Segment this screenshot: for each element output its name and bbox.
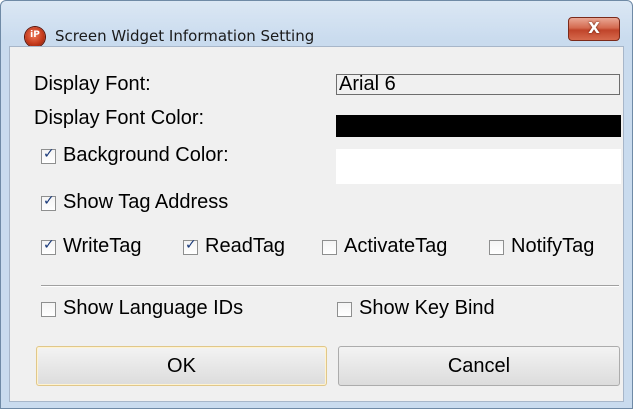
display-font-label: Display Font: — [34, 73, 151, 95]
background-color-swatch[interactable] — [336, 149, 621, 184]
display-font-color-label: Display Font Color: — [34, 107, 205, 129]
close-button[interactable]: X — [568, 17, 620, 41]
display-font-color-swatch[interactable] — [336, 115, 621, 137]
write-tag-checkbox[interactable] — [41, 237, 56, 255]
show-tag-address-label: Show Tag Address — [63, 191, 229, 213]
title-bar[interactable]: iP Screen Widget Information Setting X — [1, 1, 632, 47]
show-key-bind-checkbox[interactable] — [337, 302, 352, 317]
display-font-field[interactable]: Arial 6 — [336, 74, 620, 95]
window-title: Screen Widget Information Setting — [55, 27, 315, 45]
show-tag-address-checkbox[interactable] — [41, 193, 56, 211]
notify-tag-label: NotifyTag — [511, 235, 595, 257]
app-icon-label: iP — [30, 30, 40, 40]
app-icon: iP — [25, 27, 45, 47]
read-tag-label: ReadTag — [205, 235, 286, 257]
show-language-ids-checkbox[interactable] — [41, 302, 56, 317]
cancel-button[interactable]: Cancel — [338, 346, 620, 386]
read-tag-checkbox[interactable] — [183, 237, 198, 255]
notify-tag-checkbox[interactable] — [489, 240, 504, 255]
write-tag-label: WriteTag — [63, 235, 142, 257]
activate-tag-checkbox[interactable] — [322, 240, 337, 255]
show-language-ids-label: Show Language IDs — [63, 297, 244, 319]
show-key-bind-label: Show Key Bind — [359, 297, 495, 319]
activate-tag-label: ActivateTag — [344, 235, 448, 257]
dialog-window: iP Screen Widget Information Setting X D… — [0, 0, 633, 409]
close-icon: X — [588, 19, 600, 37]
dialog-body: Display Font: Arial 6 Display Font Color… — [9, 46, 624, 402]
ok-button[interactable]: OK — [36, 346, 327, 386]
background-color-checkbox[interactable] — [41, 146, 56, 164]
background-color-label: Background Color: — [63, 144, 229, 166]
divider — [41, 285, 619, 287]
